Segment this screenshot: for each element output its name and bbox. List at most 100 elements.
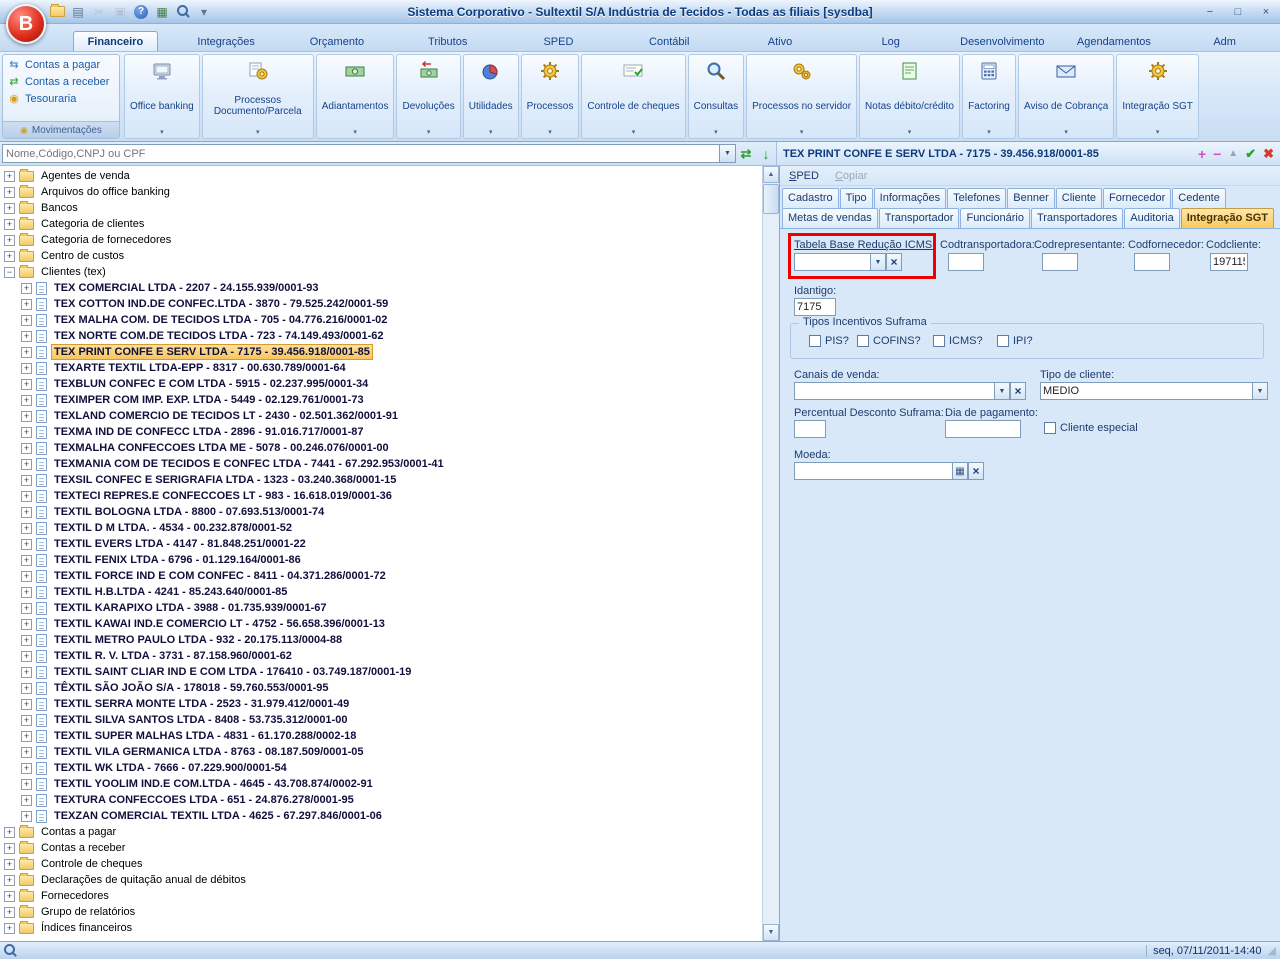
codfornecedor-input[interactable] [1134, 253, 1170, 271]
tree-expander-icon[interactable]: + [4, 251, 15, 262]
ribbon-tab-ativo[interactable]: Ativo [725, 24, 836, 51]
search-icon[interactable] [174, 3, 192, 21]
tab-cliente[interactable]: Cliente [1056, 188, 1102, 208]
tree-item-folder[interactable]: +Grupo de relatórios [0, 904, 762, 920]
checkbox-cofins[interactable] [857, 335, 869, 347]
tree-expander-icon[interactable]: + [4, 827, 15, 838]
search-dropdown-button[interactable] [719, 145, 735, 162]
tab-metas-de-vendas[interactable]: Metas de vendas [782, 208, 878, 228]
ribbon-button-adiantamentos[interactable]: Adiantamentos [316, 54, 395, 139]
tabela-base-input[interactable] [794, 253, 870, 271]
tree-expander-icon[interactable]: + [21, 571, 32, 582]
calculator-icon[interactable]: ▦ [153, 3, 171, 21]
ribbon-tab-tributos[interactable]: Tributos [392, 24, 503, 51]
ribbon-tab-agendamentos[interactable]: Agendamentos [1059, 24, 1170, 51]
tree-expander-icon[interactable]: + [21, 699, 32, 710]
tree-item-client[interactable]: +TEXTIL SUPER MALHAS LTDA - 4831 - 61.17… [0, 728, 762, 744]
collapse-icon[interactable]: ▲ [1228, 148, 1238, 159]
tree-item-client[interactable]: +TEXBLUN CONFEC E COM LTDA - 5915 - 02.2… [0, 376, 762, 392]
percentual-input[interactable] [794, 420, 826, 438]
tab-telefones[interactable]: Telefones [947, 188, 1006, 208]
tree-expander-icon[interactable]: + [21, 299, 32, 310]
confirm-icon[interactable]: ✔ [1245, 146, 1256, 162]
cancel-icon[interactable]: ✖ [1263, 146, 1274, 162]
tree-expander-icon[interactable]: + [21, 459, 32, 470]
tree-item-client[interactable]: +TEXTIL YOOLIM IND.E COM.LTDA - 4645 - 4… [0, 776, 762, 792]
quick-link-contas-a-pagar[interactable]: ⇆Contas a pagar [3, 56, 119, 73]
ribbon-tab-integracoes[interactable]: Integrações [171, 24, 282, 51]
tree-expander-icon[interactable]: + [21, 283, 32, 294]
tree-item-folder[interactable]: +Categoria de fornecedores [0, 232, 762, 248]
tree-expander-icon[interactable]: + [21, 315, 32, 326]
tree-item-client[interactable]: +TEXTIL BOLOGNA LTDA - 8800 - 07.693.513… [0, 504, 762, 520]
tree-item-folder[interactable]: +Declarações de quitação anual de débito… [0, 872, 762, 888]
checkbox-icms[interactable] [933, 335, 945, 347]
tree-item-client[interactable]: +TEXTIL FENIX LTDA - 6796 - 01.129.164/0… [0, 552, 762, 568]
tree-item-client[interactable]: +TEXTIL H.B.LTDA - 4241 - 85.243.640/000… [0, 584, 762, 600]
ribbon-button-factoring[interactable]: Factoring [962, 54, 1016, 139]
tree-expander-icon[interactable]: + [21, 347, 32, 358]
checkbox-ipi[interactable] [997, 335, 1009, 347]
ribbon-tab-financeiro[interactable]: Financeiro [60, 24, 171, 51]
tree-item-client[interactable]: +TEXTECI REPRES.E CONFECCOES LT - 983 - … [0, 488, 762, 504]
tree-item-client[interactable]: +TEXTIL SERRA MONTE LTDA - 2523 - 31.979… [0, 696, 762, 712]
tree-item-folder[interactable]: −Clientes (tex) [0, 264, 762, 280]
maximize-button[interactable]: □ [1224, 3, 1252, 21]
tree-expander-icon[interactable]: + [21, 443, 32, 454]
tree-item-client[interactable]: +TEXTIL R. V. LTDA - 3731 - 87.158.960/0… [0, 648, 762, 664]
tree-expander-icon[interactable]: + [21, 395, 32, 406]
tree-expander-icon[interactable]: + [21, 747, 32, 758]
tree-item-client[interactable]: +TEXMALHA CONFECCOES LTDA ME - 5078 - 00… [0, 440, 762, 456]
tree-item-client[interactable]: +TEXTIL METRO PAULO LTDA - 932 - 20.175.… [0, 632, 762, 648]
moeda-input[interactable] [794, 462, 952, 480]
tab-cadastro[interactable]: Cadastro [782, 188, 839, 208]
tree-item-client[interactable]: +TEX COTTON IND.DE CONFEC.LTDA - 3870 - … [0, 296, 762, 312]
tree-item-client[interactable]: +TEXTIL EVERS LTDA - 4147 - 81.848.251/0… [0, 536, 762, 552]
idantigo-input[interactable] [794, 298, 836, 316]
tree-item-client[interactable]: +TEXLAND COMERCIO DE TECIDOS LT - 2430 -… [0, 408, 762, 424]
ribbon-button-consultas[interactable]: Consultas [688, 54, 744, 139]
tree-item-client[interactable]: +TEXTIL KAWAI IND.E COMERCIO LT - 4752 -… [0, 616, 762, 632]
tab-integracao-sgt[interactable]: Integração SGT [1181, 208, 1274, 228]
tree-expander-icon[interactable]: − [4, 267, 15, 278]
tree-expander-icon[interactable]: + [4, 891, 15, 902]
tree-item-folder[interactable]: +Centro de custos [0, 248, 762, 264]
tree-expander-icon[interactable]: + [4, 171, 15, 182]
ribbon-tab-log[interactable]: Log [835, 24, 946, 51]
tree-item-client[interactable]: +TEXTIL WK LTDA - 7666 - 07.229.900/0001… [0, 760, 762, 776]
quick-link-tesouraria[interactable]: ◉Tesouraria [3, 90, 119, 107]
tree-expander-icon[interactable]: + [21, 667, 32, 678]
ribbon-tab-sped[interactable]: SPED [503, 24, 614, 51]
tree-expander-icon[interactable]: + [21, 379, 32, 390]
tree-item-client[interactable]: +TEX MALHA COM. DE TECIDOS LTDA - 705 - … [0, 312, 762, 328]
tree-item-client[interactable]: +TEX NORTE COM.DE TECIDOS LTDA - 723 - 7… [0, 328, 762, 344]
tree-expander-icon[interactable]: + [21, 603, 32, 614]
tree-expander-icon[interactable]: + [21, 411, 32, 422]
tree-item-folder[interactable]: +Fornecedores [0, 888, 762, 904]
ribbon-button-utilidades[interactable]: Utilidades [463, 54, 519, 139]
ribbon-button-office-banking[interactable]: Office banking [124, 54, 200, 139]
tree-expander-icon[interactable]: + [21, 507, 32, 518]
minimize-button[interactable]: − [1196, 3, 1224, 21]
tree-expander-icon[interactable]: + [4, 907, 15, 918]
tabela-base-clear-button[interactable] [886, 253, 902, 271]
tree-item-client[interactable]: +TÊXTIL SÃO JOÃO S/A - 178018 - 59.760.5… [0, 680, 762, 696]
tree-expander-icon[interactable]: + [21, 651, 32, 662]
tree-item-folder[interactable]: +Controle de cheques [0, 856, 762, 872]
tree-item-client[interactable]: +TEXTIL D M LTDA. - 4534 - 00.232.878/00… [0, 520, 762, 536]
scroll-down-button[interactable] [763, 924, 779, 941]
help-icon[interactable]: ? [132, 3, 150, 21]
ribbon-tab-adm[interactable]: Adm [1169, 24, 1280, 51]
tree-expander-icon[interactable]: + [4, 203, 15, 214]
codcliente-input[interactable] [1210, 253, 1248, 271]
tree-item-client[interactable]: +TEX COMERCIAL LTDA - 2207 - 24.155.939/… [0, 280, 762, 296]
tab-benner[interactable]: Benner [1007, 188, 1054, 208]
menu-sped[interactable]: SPED [789, 170, 819, 182]
tab-funcionario[interactable]: Funcionário [960, 208, 1029, 228]
tree-expander-icon[interactable]: + [4, 843, 15, 854]
green-down-arrow-icon[interactable] [756, 146, 776, 162]
tree-expander-icon[interactable]: + [21, 763, 32, 774]
tree-item-folder[interactable]: +Bancos [0, 200, 762, 216]
tree-expander-icon[interactable]: + [21, 331, 32, 342]
canais-dropdown-button[interactable] [994, 382, 1010, 400]
